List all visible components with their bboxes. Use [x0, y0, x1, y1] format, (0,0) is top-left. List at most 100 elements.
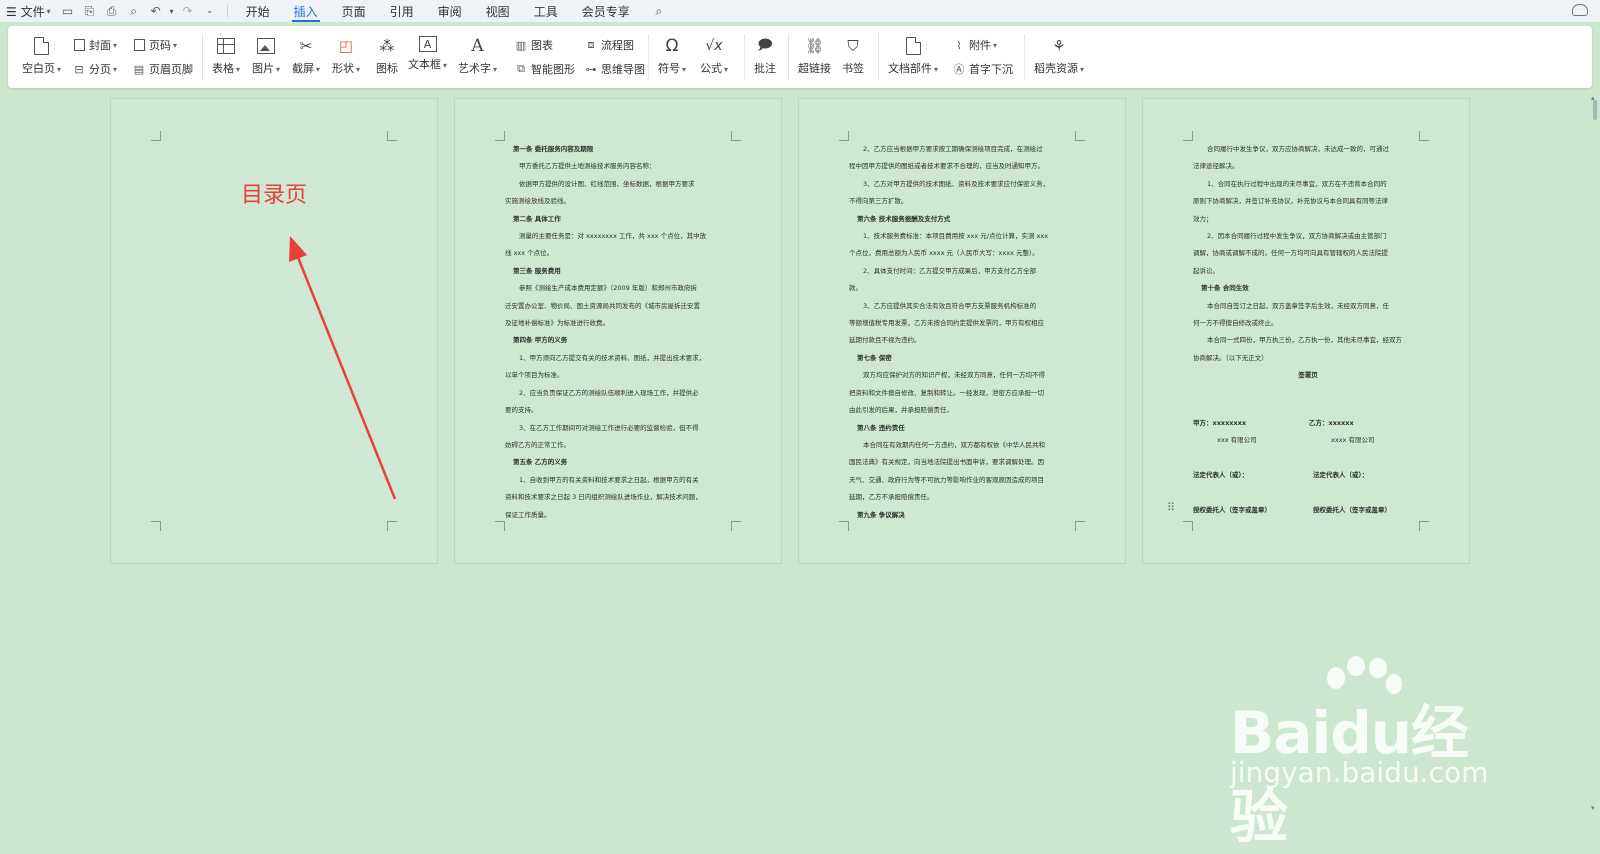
legal-rep-a: 法定代表人（或）：	[1193, 471, 1249, 479]
section-heading: 第八条 违约责任	[857, 423, 905, 432]
text-line: 等额增值税专用发票，乙方未按合同约定提供发票的，甲方有权相应	[849, 319, 1044, 328]
page-number-label: 页码	[149, 39, 171, 52]
page-4[interactable]: 合同履行中发生争议，双方应协商解决，未达成一致的，可通过 法律途径解决。 1、合同在…	[1142, 98, 1470, 564]
cloud-icon[interactable]	[1572, 4, 1588, 16]
text-line: 测量的主要任务是：对 xxxxxxxx 工作，共 xxx 个点位，其中放	[519, 232, 707, 241]
redo-icon[interactable]: ↷	[177, 0, 199, 22]
text-line: 效力；	[1193, 214, 1213, 223]
export-icon[interactable]: ⎘	[79, 0, 101, 22]
drag-handle-icon[interactable]: ⠿	[1167, 501, 1175, 514]
text-line: 本合同在有效期内任何一方违约，双方都有权依《中华人民共和	[863, 440, 1045, 449]
text-line: 签署页	[1298, 371, 1318, 380]
text-line: 个点位，费用总额为人民币 xxxx 元（人民币大写：xxxx 元整）。	[849, 249, 1039, 258]
wordart-label: 艺术字	[458, 62, 491, 75]
text-line: 1、自收到甲方的有关资料和技术要求之日起，根据甲方的有关	[519, 475, 699, 484]
header-footer-icon: ▤	[133, 62, 145, 76]
header-footer-label: 页眉页脚	[149, 63, 193, 76]
divider	[226, 5, 228, 17]
attachment-label: 附件	[969, 39, 991, 52]
flowchart-button[interactable]: ⧈ 流程图	[584, 36, 635, 54]
shape-button[interactable]: ◰ 形状 ▾	[332, 26, 360, 76]
hyperlink-button[interactable]: ⛓ 超链接	[798, 26, 831, 76]
tab-member[interactable]: 会员专享	[570, 0, 642, 22]
print-preview-icon[interactable]: ⌕	[123, 0, 145, 22]
page-break-icon: ⊟	[74, 62, 84, 76]
page-3[interactable]: 2、乙方应当根据甲方要求按工期确保测绘项目完成，在测绘过 程中因甲方提供的图纸或者…	[798, 98, 1126, 564]
ribbon-insert: 空白页 ▾ 封面 ▾ ⊟ 分页 ▾ 页码 ▾ ▤ 页眉页脚 表格 ▾ 图片 ▾ ✂ 截屏 ▾ …	[8, 26, 1592, 88]
chevron-down-icon[interactable]: ▾	[167, 0, 177, 22]
tab-view[interactable]: 视图	[474, 0, 522, 22]
more-chevron-icon[interactable]: ⌄	[199, 0, 221, 22]
tab-references[interactable]: 引用	[378, 0, 426, 22]
watermark-url: jingyan.baidu.com	[1230, 756, 1489, 789]
tab-home[interactable]: 开始	[234, 0, 282, 22]
text-line: 协商解决。（以下无正文）	[1193, 353, 1268, 362]
resources-button[interactable]: ⚘ 稻壳资源 ▾	[1034, 26, 1084, 76]
picture-label: 图片	[252, 62, 274, 75]
blank-page-button[interactable]: 空白页 ▾	[22, 26, 61, 76]
save-icon[interactable]: ▭	[57, 0, 79, 22]
section-heading: 第四条 甲方的义务	[513, 336, 568, 345]
print-icon[interactable]: ⎙	[101, 0, 123, 22]
divider	[744, 34, 745, 80]
mindmap-button[interactable]: ⊶ 思维导图	[584, 60, 646, 78]
scroll-down-icon[interactable]: ▾	[1591, 804, 1595, 812]
divider	[202, 34, 203, 80]
tab-insert[interactable]: 插入	[282, 0, 330, 22]
text-line: 双方均应保护对方的知识产权，未经双方同意，任何一方均不得	[863, 371, 1045, 380]
text-line: 甲方委托乙方提供土地测绘技术服务内容名称：	[519, 162, 656, 171]
text-line: 3、乙方应提供其实合法有效且符合甲方支票服务机构标准的	[863, 301, 1037, 310]
formula-button[interactable]: √x 公式 ▾	[700, 26, 728, 76]
blank-page-icon	[32, 36, 52, 56]
symbol-label: 符号	[658, 62, 680, 75]
attachment-button[interactable]: ⌇ 附件 ▾	[952, 36, 997, 54]
chevron-down-icon: ▾	[46, 6, 51, 16]
tab-tools[interactable]: 工具	[522, 0, 570, 22]
page-number-button[interactable]: 页码 ▾	[132, 36, 177, 54]
margin-corner	[495, 521, 505, 531]
text-line: 1、技术服务费标准：本项目费用按 xxx 元/点位计算，实测 xxx	[863, 232, 1049, 241]
text-line: 2、应当负责保证乙方的测绘队伍顺利进入现场工作，并提供必	[519, 388, 699, 397]
bookmark-icon: ⛉	[847, 37, 859, 55]
header-footer-button[interactable]: ▤ 页眉页脚	[132, 60, 193, 78]
file-menu-label: ☰ 文件	[6, 4, 45, 19]
divider	[1024, 34, 1025, 80]
margin-corner	[731, 131, 741, 141]
tab-page[interactable]: 页面	[330, 0, 378, 22]
doc-parts-button[interactable]: 文档部件 ▾	[888, 26, 938, 76]
party-b-company: xxxx 有限公司	[1331, 436, 1375, 444]
bookmark-button[interactable]: ⛉ 书签	[842, 26, 864, 76]
section-heading: 第十条 合同生效	[1201, 284, 1249, 293]
text-line: 迁安置办公室、物价局、国土资源局共同发布的《城市房屋拆迁安置	[505, 301, 700, 310]
drop-cap-button[interactable]: Ⓐ 首字下沉	[952, 60, 1014, 78]
divider	[788, 34, 789, 80]
page-toc[interactable]: 目录页	[110, 98, 438, 564]
text-line: 妨碍乙方的正常工作。	[505, 440, 570, 449]
margin-corner	[1075, 131, 1085, 141]
wordart-button[interactable]: A 艺术字 ▾	[458, 26, 497, 76]
page-number-icon	[132, 38, 146, 52]
comment-button[interactable]: 🗩 批注	[754, 26, 776, 76]
scrollbar-thumb[interactable]	[1593, 100, 1597, 120]
icon-button[interactable]: ⁂ 图标	[376, 26, 398, 76]
undo-icon[interactable]: ↶	[145, 0, 167, 22]
textbox-button[interactable]: A 文本框 ▾	[408, 26, 447, 72]
picture-button[interactable]: 图片 ▾	[252, 26, 280, 76]
flowchart-icon: ⧈	[587, 38, 595, 51]
table-button[interactable]: 表格 ▾	[212, 26, 240, 76]
search-icon[interactable]: ⌕	[648, 0, 670, 22]
smart-shape-label: 智能图形	[531, 63, 575, 76]
tab-review[interactable]: 审阅	[426, 0, 474, 22]
vertical-scrollbar[interactable]: ▴ ▾	[1590, 94, 1600, 824]
cover-button[interactable]: 封面 ▾	[72, 36, 117, 54]
symbol-button[interactable]: Ω 符号 ▾	[658, 26, 686, 76]
page-2[interactable]: 第一条 委托服务内容及期限 甲方委托乙方提供土地测绘技术服务内容名称： 依据甲方提供…	[454, 98, 782, 564]
section-heading: 第六条 技术服务报酬及支付方式	[857, 214, 951, 223]
file-menu[interactable]: ☰ 文件 ▾	[0, 0, 57, 22]
section-heading: 第七条 保密	[857, 353, 892, 362]
page-break-button[interactable]: ⊟ 分页 ▾	[72, 60, 117, 78]
chart-button[interactable]: ▥ 图表	[514, 36, 553, 54]
smart-shape-button[interactable]: ⧉ 智能图形	[514, 60, 575, 78]
screenshot-button[interactable]: ✂ 截屏 ▾	[292, 26, 320, 76]
legal-rep-b: 法定代表人（或）：	[1313, 471, 1369, 479]
